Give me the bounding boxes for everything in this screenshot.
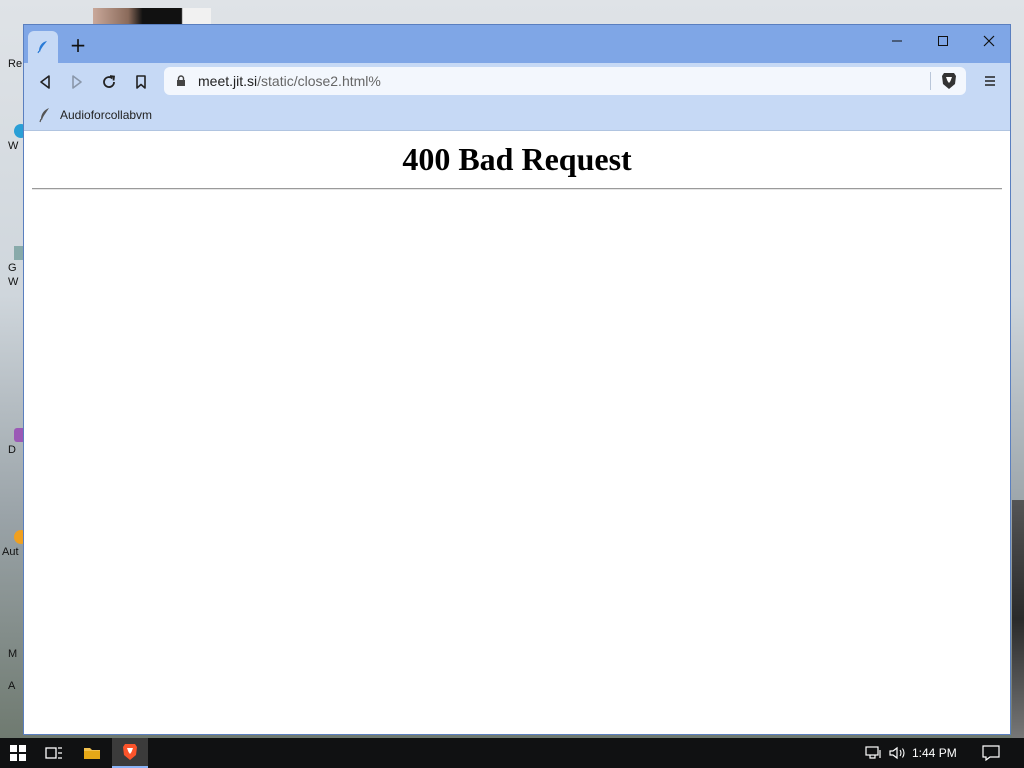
close-icon bbox=[983, 35, 995, 47]
bookmark-audioforcollabvm[interactable]: Audioforcollabvm bbox=[38, 105, 152, 125]
horizontal-rule bbox=[32, 188, 1002, 190]
url-host: meet.jit.si bbox=[198, 73, 258, 89]
new-tab-button[interactable]: + bbox=[68, 35, 88, 55]
taskbar-clock[interactable]: 1:44 PM bbox=[912, 746, 957, 760]
desktop-icon-label: G bbox=[8, 262, 17, 274]
desktop-icon[interactable]: M bbox=[8, 648, 17, 660]
minimize-icon bbox=[892, 40, 902, 42]
desktop-icon-label: M bbox=[8, 648, 18, 660]
maximize-button[interactable] bbox=[920, 27, 966, 55]
start-button[interactable] bbox=[0, 738, 36, 768]
bookmark-label: Audioforcollabvm bbox=[60, 108, 153, 122]
title-bar[interactable]: + bbox=[24, 25, 1010, 63]
desktop-icon-label: Aut bbox=[2, 546, 19, 558]
file-explorer-button[interactable] bbox=[74, 738, 110, 768]
bookmark-icon bbox=[136, 75, 146, 89]
notification-icon bbox=[982, 745, 1000, 761]
jitsi-feather-icon bbox=[37, 41, 47, 54]
brave-browser-icon bbox=[123, 744, 137, 760]
url-text: meet.jit.si/static/close2.html% bbox=[198, 73, 381, 89]
page-title: 400 Bad Request bbox=[402, 141, 632, 177]
desktop-icon-label: D bbox=[8, 444, 16, 456]
hamburger-menu-icon bbox=[985, 76, 995, 86]
volume-icon bbox=[889, 746, 905, 760]
desktop-icon-label: W bbox=[8, 140, 19, 152]
reload-icon bbox=[103, 75, 116, 88]
reload-button[interactable] bbox=[98, 71, 120, 93]
brave-shields-icon[interactable] bbox=[940, 71, 958, 91]
file-explorer-icon bbox=[84, 748, 100, 759]
back-arrow-icon bbox=[40, 75, 50, 89]
task-view-icon bbox=[45, 747, 62, 759]
navigation-toolbar: meet.jit.si/static/close2.html% bbox=[24, 63, 1010, 99]
start-icon bbox=[10, 745, 26, 761]
forward-arrow-icon bbox=[72, 75, 82, 89]
taskbar: 1:44 PM bbox=[0, 738, 1024, 768]
desktop-background-edge bbox=[1012, 500, 1024, 738]
notification-center-button[interactable] bbox=[980, 744, 1002, 762]
page-content: 400 Bad Request bbox=[24, 131, 1010, 734]
desktop-icon[interactable]: W bbox=[8, 276, 18, 288]
desktop-icon-label: Re bbox=[8, 58, 23, 70]
close-button[interactable] bbox=[966, 27, 1012, 55]
bookmark-page-button[interactable] bbox=[130, 71, 152, 93]
network-button[interactable] bbox=[864, 744, 884, 762]
task-view-button[interactable] bbox=[36, 738, 72, 768]
browser-window: + meet.jit.si/static/close2.html% Audiof… bbox=[23, 24, 1011, 735]
brave-browser-button[interactable] bbox=[112, 738, 148, 768]
desktop-icon-label: A bbox=[8, 680, 16, 692]
address-bar[interactable]: meet.jit.si/static/close2.html% bbox=[164, 67, 966, 95]
lock-icon bbox=[177, 75, 185, 86]
network-icon bbox=[865, 746, 881, 759]
url-path: /static/close2.html% bbox=[257, 73, 381, 89]
back-button[interactable] bbox=[34, 71, 56, 93]
menu-button[interactable] bbox=[980, 71, 1000, 91]
bookmarks-bar: Audioforcollabvm bbox=[24, 99, 1010, 131]
jitsi-feather-icon bbox=[39, 108, 49, 123]
minimize-button[interactable] bbox=[874, 27, 920, 55]
active-tab[interactable] bbox=[28, 31, 58, 63]
maximize-icon bbox=[938, 36, 948, 46]
desktop-icon-label: W bbox=[8, 276, 19, 288]
desktop-icon[interactable]: Re bbox=[8, 58, 22, 70]
volume-button[interactable] bbox=[888, 744, 908, 762]
address-bar-divider bbox=[930, 72, 931, 90]
desktop-icon[interactable]: A bbox=[8, 680, 15, 692]
forward-button[interactable] bbox=[66, 71, 88, 93]
